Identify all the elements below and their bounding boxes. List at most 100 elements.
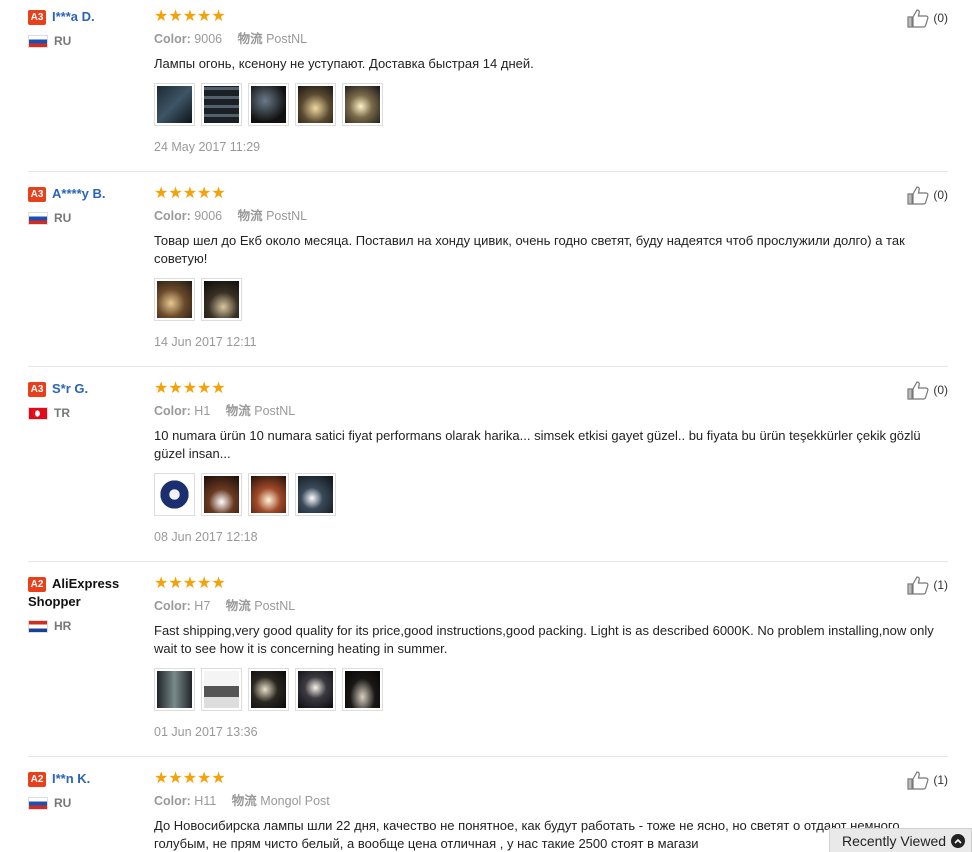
review-photo-thumbnail[interactable] xyxy=(295,83,336,126)
russia-flag-icon xyxy=(28,796,48,810)
review-photo-thumbnail[interactable] xyxy=(154,278,195,321)
buyer-level-badge: A2 xyxy=(28,577,46,592)
shipping-label: 物流 xyxy=(237,32,263,46)
helpful-count: (0) xyxy=(933,11,948,25)
buyer-name[interactable]: S*r G. xyxy=(52,381,88,396)
buyer-country: HR xyxy=(28,619,138,633)
buyer-name[interactable]: A****y B. xyxy=(52,186,105,201)
country-code: RU xyxy=(54,34,72,48)
buyer-name[interactable]: I**n K. xyxy=(52,771,90,786)
review-text: Лампы огонь, ксенону не уступают. Достав… xyxy=(154,56,534,71)
review-photo-thumbnail[interactable] xyxy=(154,668,195,711)
buyer-name[interactable]: I***a D. xyxy=(52,9,95,24)
buyer-info: A2 AliExpress Shopper HR xyxy=(28,575,138,633)
review-photo-thumbnail[interactable] xyxy=(295,473,336,516)
review-photos xyxy=(154,473,948,516)
chevron-up-icon xyxy=(951,833,965,848)
review-photo-thumbnail[interactable] xyxy=(248,668,289,711)
review-photo-thumbnail[interactable] xyxy=(154,473,195,516)
russia-flag-icon xyxy=(28,211,48,225)
buyer-info: A3 I***a D. RU xyxy=(28,8,138,48)
turkey-flag-icon xyxy=(28,406,48,420)
color-value: H1 xyxy=(194,404,211,418)
order-attributes: Color: 9006 物流 PostNL xyxy=(154,208,948,224)
thumbs-up-icon xyxy=(907,186,929,205)
review-date: 24 May 2017 11:29 xyxy=(154,140,261,154)
review-date: 01 Jun 2017 13:36 xyxy=(154,725,258,739)
croatia-flag-icon xyxy=(28,619,48,633)
review-photo-thumbnail[interactable] xyxy=(154,83,195,126)
country-code: RU xyxy=(54,796,72,810)
shipping-value: PostNL xyxy=(266,209,308,223)
review-photo-thumbnail[interactable] xyxy=(248,83,289,126)
color-label: Color: xyxy=(154,404,191,418)
helpful-button[interactable]: (0) xyxy=(907,185,948,205)
color-label: Color: xyxy=(154,32,191,46)
color-label: Color: xyxy=(154,209,191,223)
star-rating: ★★★★★ xyxy=(154,770,226,787)
review-photo-thumbnail[interactable] xyxy=(201,83,242,126)
helpful-button[interactable]: (0) xyxy=(907,380,948,400)
buyer-info: A2 I**n K. RU xyxy=(28,770,138,810)
shipping-value: Mongol Post xyxy=(260,794,330,808)
review-photos xyxy=(154,668,948,711)
review-photo-thumbnail[interactable] xyxy=(201,668,242,711)
color-value: H11 xyxy=(194,794,217,808)
thumbs-up-icon xyxy=(907,9,929,28)
country-code: RU xyxy=(54,211,72,225)
shipping-label: 物流 xyxy=(225,599,251,613)
review-content: ★★★★★ Color: 9006 物流 PostNL Лампы огонь,… xyxy=(154,8,948,154)
review-item: A2 AliExpress Shopper HR ★★★★★ Color: H7 … xyxy=(28,575,948,757)
review-item: A2 I**n K. RU ★★★★★ Color: H11 物流 Mongol … xyxy=(28,770,948,852)
helpful-button[interactable]: (1) xyxy=(907,770,948,790)
helpful-button[interactable]: (0) xyxy=(907,8,948,28)
buyer-country: RU xyxy=(28,211,138,225)
color-value: 9006 xyxy=(194,209,223,223)
review-item: A3 A****y B. RU ★★★★★ Color: 9006 物流 Post… xyxy=(28,185,948,367)
recently-viewed-toggle[interactable]: Recently Viewed xyxy=(829,828,972,852)
shipping-label: 物流 xyxy=(231,794,257,808)
order-attributes: Color: H7 物流 PostNL xyxy=(154,598,948,614)
helpful-button[interactable]: (1) xyxy=(907,575,948,595)
russia-flag-icon xyxy=(28,34,48,48)
helpful-count: (0) xyxy=(933,188,948,202)
order-attributes: Color: 9006 物流 PostNL xyxy=(154,31,948,47)
star-rating: ★★★★★ xyxy=(154,380,226,397)
helpful-count: (1) xyxy=(933,578,948,592)
shipping-label: 物流 xyxy=(225,404,251,418)
buyer-level-badge: A3 xyxy=(28,382,46,397)
review-content: ★★★★★ Color: H7 物流 PostNL Fast shipping,… xyxy=(154,575,948,739)
buyer-level-badge: A3 xyxy=(28,10,46,25)
color-label: Color: xyxy=(154,794,191,808)
buyer-level-badge: A2 xyxy=(28,772,46,787)
review-photo-thumbnail[interactable] xyxy=(248,473,289,516)
review-photo-thumbnail[interactable] xyxy=(342,668,383,711)
buyer-country: RU xyxy=(28,796,138,810)
review-photo-thumbnail[interactable] xyxy=(342,83,383,126)
thumbs-up-icon xyxy=(907,381,929,400)
color-label: Color: xyxy=(154,599,191,613)
order-attributes: Color: H11 物流 Mongol Post xyxy=(154,793,948,809)
color-value: H7 xyxy=(194,599,211,613)
review-photos xyxy=(154,278,948,321)
buyer-country: TR xyxy=(28,406,138,420)
review-photo-thumbnail[interactable] xyxy=(201,473,242,516)
recently-viewed-label: Recently Viewed xyxy=(842,832,947,849)
review-photos xyxy=(154,83,948,126)
review-text: Fast shipping,very good quality for its … xyxy=(154,623,934,656)
helpful-count: (1) xyxy=(933,773,948,787)
color-value: 9006 xyxy=(194,32,223,46)
review-date: 14 Jun 2017 12:11 xyxy=(154,335,257,349)
review-content: ★★★★★ Color: 9006 物流 PostNL Товар шел до… xyxy=(154,185,948,349)
buyer-info: A3 S*r G. TR xyxy=(28,380,138,420)
review-text: Товар шел до Екб около месяца. Поставил … xyxy=(154,233,905,266)
thumbs-up-icon xyxy=(907,576,929,595)
buyer-level-badge: A3 xyxy=(28,187,46,202)
order-attributes: Color: H1 物流 PostNL xyxy=(154,403,948,419)
review-content: ★★★★★ Color: H1 物流 PostNL 10 numara ürün… xyxy=(154,380,948,544)
shipping-label: 物流 xyxy=(237,209,263,223)
review-photo-thumbnail[interactable] xyxy=(201,278,242,321)
review-photo-thumbnail[interactable] xyxy=(295,668,336,711)
thumbs-up-icon xyxy=(907,771,929,790)
star-rating: ★★★★★ xyxy=(154,575,226,592)
